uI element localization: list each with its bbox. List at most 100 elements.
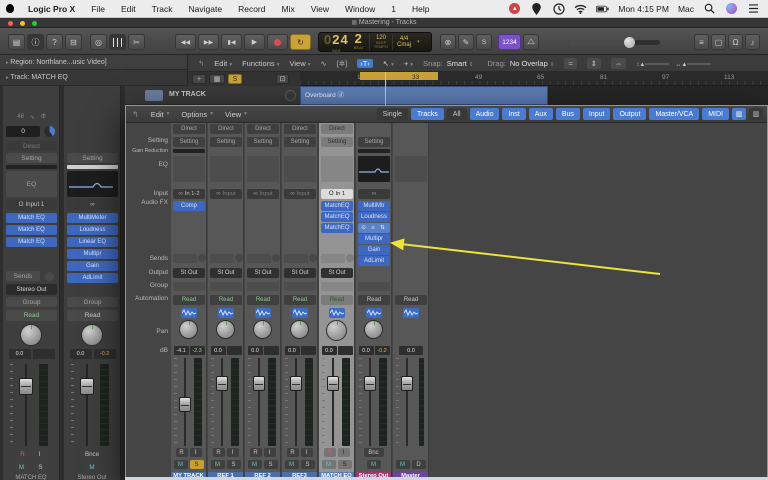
direct-button[interactable]: Direct bbox=[6, 141, 57, 151]
master-volume-slider[interactable] bbox=[568, 40, 660, 45]
lcd-chevron-icon[interactable]: ▾ bbox=[417, 39, 420, 45]
mixer-view-mode-all[interactable]: All bbox=[447, 108, 467, 120]
automation-mode-button[interactable]: Read bbox=[6, 310, 57, 321]
snap-zero-crossing-icon[interactable]: ›T‹ bbox=[357, 59, 373, 68]
catch-playhead-button[interactable]: ⊡ bbox=[276, 74, 289, 84]
mixer-menu-options[interactable]: Options▾ bbox=[181, 110, 213, 119]
spotlight-icon[interactable] bbox=[703, 2, 716, 15]
mixer-view-mode-single[interactable]: Single bbox=[377, 108, 408, 120]
plugin-slot-match-eq[interactable]: Match EQ bbox=[6, 213, 57, 223]
horizontal-zoom-slider[interactable]: ↔▲ bbox=[675, 59, 711, 68]
send-slot[interactable] bbox=[173, 254, 197, 263]
automation-wave-icon[interactable] bbox=[181, 308, 197, 318]
mute-button[interactable]: M bbox=[396, 460, 410, 469]
channel-setting-button[interactable]: Setting bbox=[247, 137, 279, 147]
flex-icon[interactable]: [✲] bbox=[337, 59, 347, 68]
browsers-button[interactable]: ♪ bbox=[745, 34, 760, 50]
eq-display[interactable] bbox=[395, 156, 427, 182]
fader-handle[interactable] bbox=[80, 378, 94, 395]
volume-slider-knob[interactable] bbox=[624, 37, 635, 48]
solo-button[interactable]: S bbox=[264, 460, 278, 469]
bounce-button[interactable]: Bnce bbox=[80, 449, 104, 459]
eq-display[interactable] bbox=[321, 156, 353, 182]
track-inspector-row[interactable]: ▸ Track: MATCH EQ bbox=[0, 70, 188, 86]
volume-db-value[interactable]: 0.0 bbox=[285, 346, 300, 355]
mute-button[interactable]: M bbox=[174, 460, 188, 469]
menu-record[interactable]: Record bbox=[230, 0, 273, 18]
input-slot[interactable]: ∞Input bbox=[247, 189, 279, 199]
bar-ruler[interactable]: 13349658197113 bbox=[300, 72, 768, 86]
send-slot[interactable] bbox=[321, 254, 345, 263]
pan-knob[interactable] bbox=[20, 324, 42, 346]
menu-clock[interactable]: Mon 4:15 PM bbox=[618, 4, 669, 14]
input-monitor-button[interactable]: I bbox=[338, 448, 350, 457]
apple-loops-button[interactable]: Ω bbox=[728, 34, 743, 50]
eq-display[interactable] bbox=[247, 156, 279, 182]
group-slot[interactable] bbox=[358, 282, 390, 291]
input-slot[interactable]: OIn 1 bbox=[321, 189, 353, 199]
pencil-button[interactable]: ✎ bbox=[458, 34, 474, 50]
group-slot[interactable] bbox=[321, 282, 353, 291]
solo-button[interactable]: S bbox=[227, 460, 241, 469]
mute-button[interactable]: M bbox=[285, 460, 299, 469]
channel-setting-button[interactable]: Setting bbox=[321, 137, 353, 147]
mixer-filter-midi[interactable]: MIDI bbox=[702, 108, 729, 120]
record-enable-button[interactable]: R bbox=[16, 449, 30, 459]
cycle-region[interactable] bbox=[360, 72, 438, 80]
pan-knob[interactable] bbox=[253, 320, 272, 339]
fader-handle[interactable] bbox=[364, 376, 376, 391]
mixer-strip-ref-1[interactable]: DirectSetting∞InputSt OutRead0.0RIMSREF … bbox=[208, 123, 244, 480]
stop-button[interactable]: ▮◀ bbox=[221, 34, 242, 50]
input-slot[interactable]: ∞ bbox=[67, 199, 118, 210]
rewind-button[interactable]: ◀◀ bbox=[175, 34, 196, 50]
plugin-slot-match-eq[interactable]: Match EQ bbox=[6, 237, 57, 247]
plugin-slot-controls[interactable]: ⊙ ≡ ⇅ bbox=[358, 223, 390, 233]
automation-mode-button[interactable]: Read bbox=[210, 295, 242, 305]
plugin-slot-adlimit[interactable]: AdLimit bbox=[67, 273, 118, 283]
menu-edit[interactable]: Edit bbox=[113, 0, 144, 18]
secondary-tool-button[interactable]: + ▾ bbox=[404, 59, 413, 68]
pan-knob[interactable] bbox=[326, 320, 347, 341]
solo-mode-button[interactable]: S bbox=[476, 34, 492, 50]
playhead[interactable] bbox=[385, 72, 386, 105]
filter-icon[interactable]: ∿ bbox=[30, 114, 35, 123]
mute-button[interactable]: M bbox=[14, 462, 30, 472]
direct-button[interactable]: Direct bbox=[321, 124, 353, 134]
gain-value-box[interactable]: 0 bbox=[6, 126, 40, 137]
automation-mode-button[interactable]: Read bbox=[247, 295, 279, 305]
channel-setting-button[interactable]: Setting bbox=[67, 153, 118, 163]
inspector-strip-stereo-out[interactable]: Setting∞MultiMeterLoudnessLinear EQMulti… bbox=[64, 86, 121, 480]
group-button[interactable]: Group bbox=[67, 297, 118, 307]
plugin-slot-loudness[interactable]: Loudness bbox=[358, 212, 390, 222]
direct-button[interactable]: Direct bbox=[173, 124, 205, 134]
menu-window[interactable]: Window bbox=[337, 0, 383, 18]
gain-knob[interactable] bbox=[44, 126, 55, 137]
mixer-view-mode-tracks[interactable]: Tracks bbox=[411, 108, 444, 120]
count-in-button[interactable]: 1234 bbox=[498, 34, 521, 50]
send-slot[interactable] bbox=[247, 254, 271, 263]
mixer-strip-stereo-out[interactable]: Setting∞MultiMtrLoudness⊙ ≡ ⇅MultiprGain… bbox=[356, 123, 392, 480]
punch-button[interactable]: ⊗ bbox=[440, 34, 456, 50]
solo-button[interactable]: S bbox=[33, 462, 49, 472]
record-enable-button[interactable]: R bbox=[213, 448, 225, 457]
menu-file[interactable]: File bbox=[83, 0, 113, 18]
pan-knob[interactable] bbox=[179, 320, 198, 339]
volume-db-value[interactable]: 0.0 bbox=[70, 349, 92, 359]
menu-track[interactable]: Track bbox=[144, 0, 181, 18]
peak-db-value[interactable] bbox=[227, 346, 242, 355]
send-slot[interactable] bbox=[284, 254, 308, 263]
undo-icon[interactable]: ↰ bbox=[198, 59, 204, 68]
solo-button[interactable]: S bbox=[301, 460, 315, 469]
mute-button[interactable]: M bbox=[367, 460, 381, 469]
mixer-filter-output[interactable]: Output bbox=[613, 108, 646, 120]
solo-button[interactable]: S bbox=[190, 460, 204, 469]
play-button[interactable]: ▶ bbox=[244, 34, 265, 50]
menu-help[interactable]: Help bbox=[404, 0, 437, 18]
input-monitor-button[interactable]: I bbox=[264, 448, 276, 457]
mixer-filter-input[interactable]: Input bbox=[583, 108, 611, 120]
send-knob[interactable] bbox=[272, 254, 280, 262]
peak-db-value[interactable] bbox=[301, 346, 316, 355]
group-slot[interactable] bbox=[210, 282, 242, 291]
mixer-menu-view[interactable]: View▾ bbox=[225, 110, 247, 119]
channel-setting-button[interactable]: Setting bbox=[284, 137, 316, 147]
